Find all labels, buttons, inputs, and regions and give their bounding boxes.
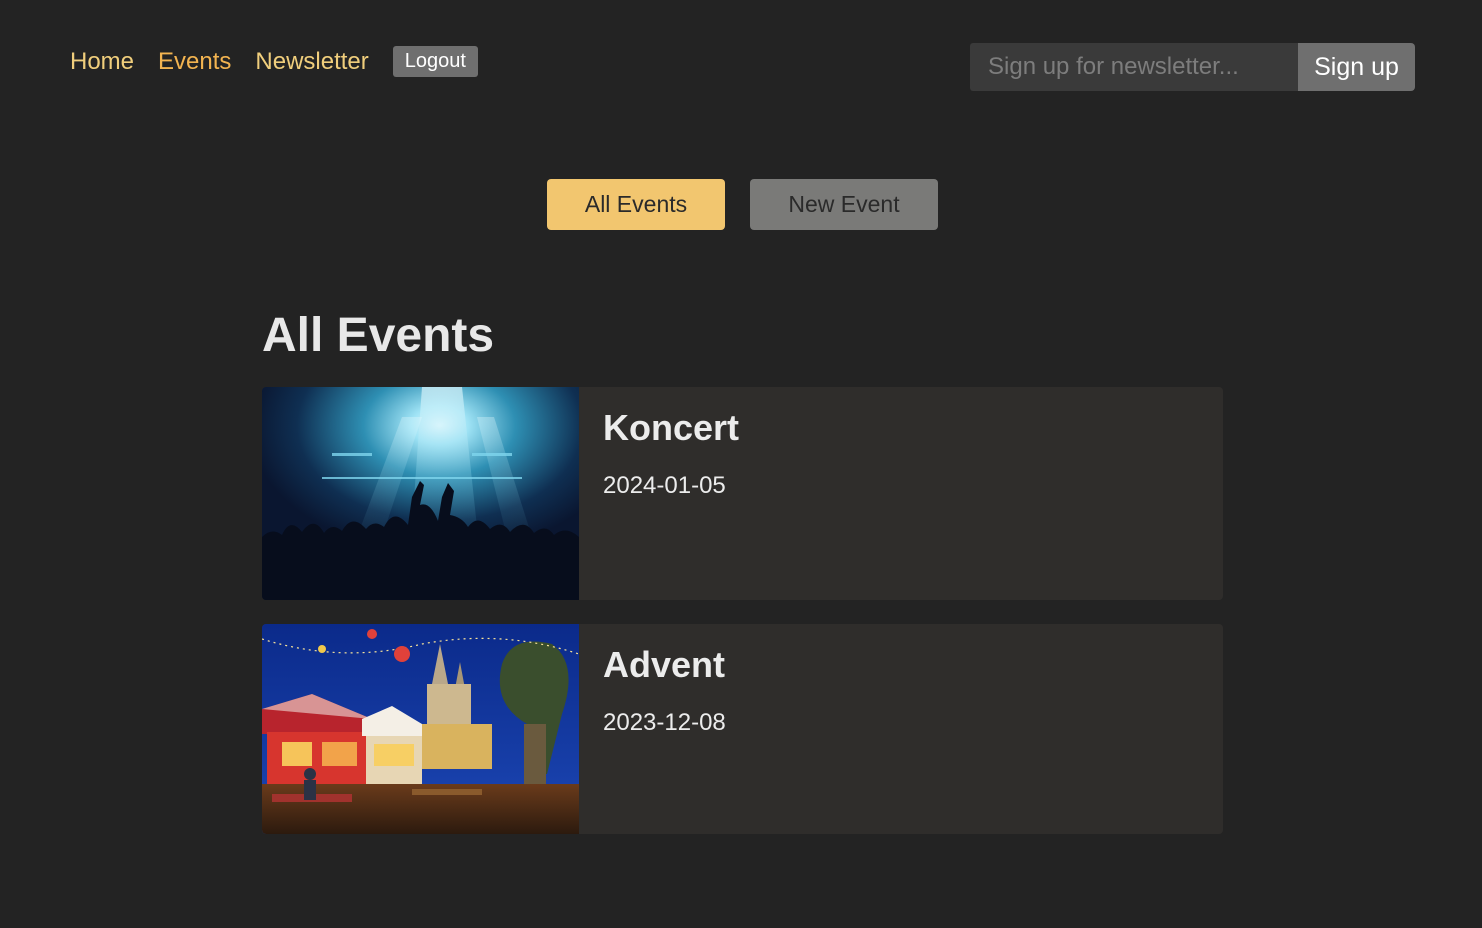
- event-card-advent[interactable]: Advent 2023-12-08: [262, 624, 1223, 834]
- events-list: Koncert 2024-01-05 Advent 2023-12-08: [262, 387, 1223, 834]
- event-date: 2023-12-08: [603, 709, 726, 736]
- new-event-button[interactable]: New Event: [750, 179, 938, 230]
- all-events-button[interactable]: All Events: [547, 179, 725, 230]
- event-title: Koncert: [603, 407, 740, 448]
- event-title: Advent: [603, 644, 726, 685]
- logout-button[interactable]: Logout: [392, 46, 478, 77]
- page-title: All Events: [262, 309, 495, 362]
- nav-link-newsletter[interactable]: Newsletter: [255, 47, 368, 77]
- concert-photo: [262, 387, 579, 600]
- advent-market-photo: [262, 624, 579, 834]
- nav-link-home[interactable]: Home: [70, 47, 134, 77]
- main-navigation: Home Events Newsletter Logout: [70, 46, 478, 77]
- main-header: Home Events Newsletter Logout Sign up: [0, 0, 1482, 130]
- event-info: Koncert 2024-01-05: [579, 387, 739, 600]
- event-card-koncert[interactable]: Koncert 2024-01-05: [262, 387, 1223, 600]
- newsletter-signup-form: Sign up: [970, 43, 1415, 91]
- events-subnav: All Events New Event: [547, 179, 938, 230]
- newsletter-email-input[interactable]: [970, 43, 1298, 91]
- newsletter-signup-button[interactable]: Sign up: [1298, 43, 1415, 91]
- event-info: Advent 2023-12-08: [579, 624, 726, 834]
- event-date: 2024-01-05: [603, 472, 726, 499]
- nav-link-events[interactable]: Events: [158, 47, 231, 77]
